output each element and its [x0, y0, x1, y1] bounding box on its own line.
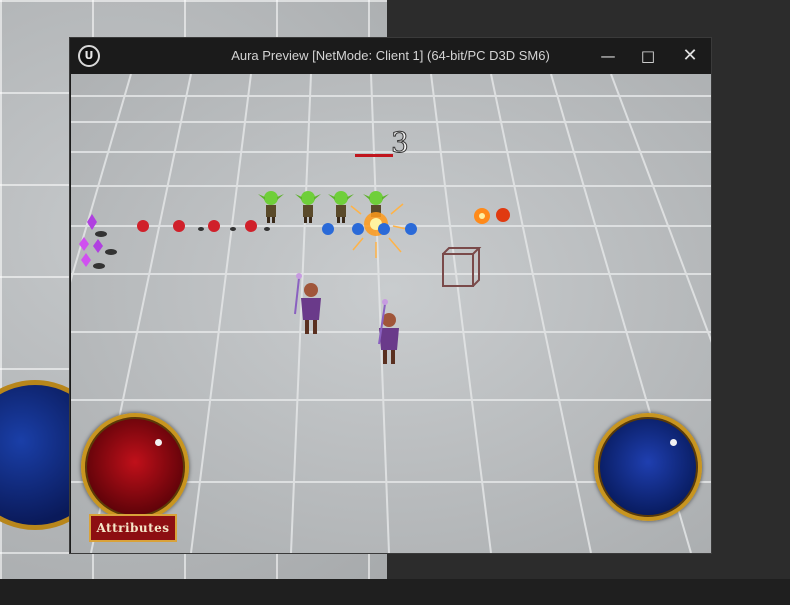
game-viewport[interactable]: 3 Attributes	[71, 74, 711, 553]
minimize-button[interactable]: —	[588, 44, 628, 68]
damage-number: 3	[391, 126, 410, 160]
enemy-health-bar	[355, 154, 393, 157]
close-button[interactable]: ✕	[670, 44, 710, 68]
attributes-button[interactable]: Attributes	[89, 514, 177, 542]
taskbar-area	[0, 579, 790, 605]
title-bar[interactable]: U Aura Preview [NetMode: Client 1] (64-b…	[70, 38, 711, 74]
orb-glint	[155, 439, 162, 446]
orb-glint	[670, 439, 677, 446]
maximize-button[interactable]: □	[628, 44, 668, 68]
health-globe	[81, 413, 189, 521]
preview-window[interactable]: U Aura Preview [NetMode: Client 1] (64-b…	[69, 37, 712, 554]
mana-globe	[594, 413, 702, 521]
